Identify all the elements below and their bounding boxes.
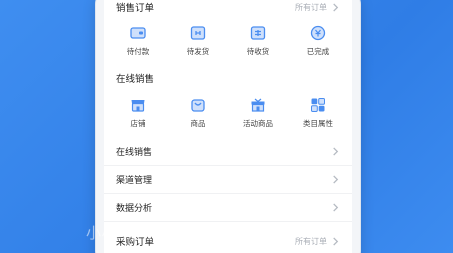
promo-shop-icon [251,98,265,112]
menu-row-channel-management[interactable]: 渠道管理 [104,166,352,194]
completed-button[interactable]: 已完成 [289,25,347,57]
chevron-right-icon [333,236,339,246]
sales-orders-grid: 待付款 待发货 待收货 已完成 [104,25,352,57]
menu-row-label: 在线销售 [116,148,153,158]
receive-box-icon [250,26,266,40]
store-icon [131,100,145,112]
pending-payment-label: 待付款 [126,47,150,56]
sales-orders-header: 销售订单 所有订单 [104,0,352,18]
shopping-bag-icon [191,99,205,112]
products-label: 商品 [190,119,206,128]
wallet-icon [130,27,146,39]
package-icon [190,26,206,40]
all-sales-orders-link[interactable]: 所有订单 [295,2,340,13]
menu-row-label: 渠道管理 [116,176,153,186]
store-button[interactable]: 店铺 [109,97,167,129]
online-sales-header: 在线销售 [104,67,352,89]
menu-row-online-sales[interactable]: 在线销售 [104,138,352,166]
promo-products-button[interactable]: 活动商品 [229,97,287,129]
completed-coin-icon [310,25,326,41]
pending-receipt-label: 待收货 [246,47,270,56]
pending-shipment-button[interactable]: 待发货 [169,25,227,57]
all-purchase-orders-label: 所有订单 [295,236,327,246]
purchase-orders-header: 采购订单 所有订单 [104,230,352,252]
category-attributes-button[interactable]: 类目属性 [289,97,347,129]
category-grid-icon [311,98,325,112]
chevron-right-icon [333,203,339,212]
all-purchase-orders-link[interactable]: 所有订单 [295,236,340,247]
all-sales-orders-label: 所有订单 [295,2,327,12]
category-attributes-label: 类目属性 [303,119,333,128]
pending-shipment-label: 待发货 [186,47,210,56]
online-sales-grid: 店铺 商品 活动商品 类目属性 [104,97,352,129]
online-sales-title: 在线销售 [116,74,155,85]
menu-row-label: 数据分析 [116,204,153,214]
pending-payment-button[interactable]: 待付款 [109,25,167,57]
pending-receipt-button[interactable]: 待收货 [229,25,287,57]
products-button[interactable]: 商品 [169,97,227,129]
menu-row-data-analysis[interactable]: 数据分析 [104,194,352,222]
phone-frame: 销售订单 所有订单 待付款 待发货 待收货 已完成 在线销售 店铺 商品 活动商… [96,0,360,253]
chevron-right-icon [333,147,339,156]
app-screen: 销售订单 所有订单 待付款 待发货 待收货 已完成 在线销售 店铺 商品 活动商… [104,0,352,253]
completed-label: 已完成 [306,47,330,56]
sales-orders-title: 销售订单 [116,3,155,14]
chevron-right-icon [333,2,339,12]
chevron-right-icon [333,175,339,184]
promo-products-label: 活动商品 [243,119,273,128]
store-label: 店铺 [130,119,146,128]
purchase-orders-title: 采购订单 [116,237,155,248]
